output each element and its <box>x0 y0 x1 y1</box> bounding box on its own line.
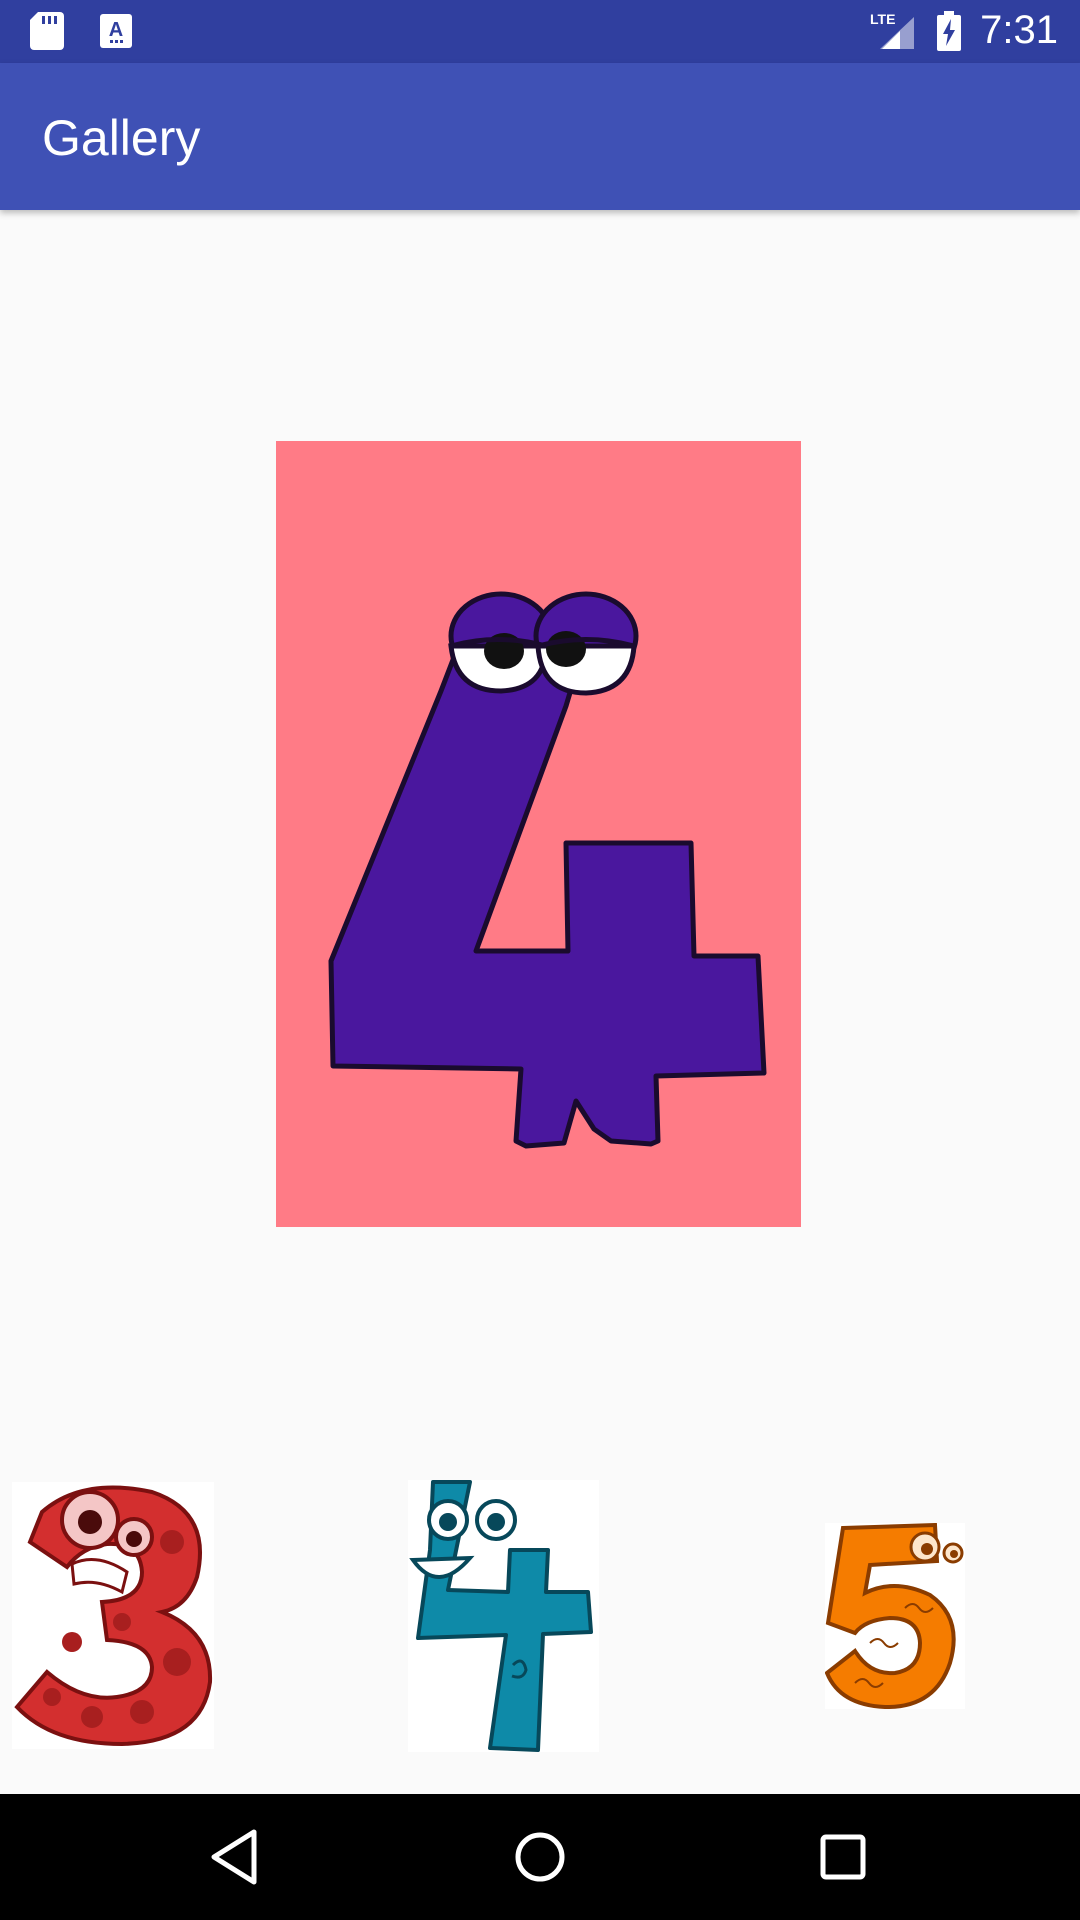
navigation-bar <box>0 1794 1080 1920</box>
app-bar: Gallery <box>0 63 1080 210</box>
app-title: Gallery <box>42 110 201 166</box>
purple-number-four-image <box>328 591 767 1149</box>
network-type-label: LTE <box>870 11 895 27</box>
home-icon[interactable] <box>507 1824 573 1890</box>
red-number-three-image <box>14 1485 213 1747</box>
selected-image[interactable] <box>276 441 801 1227</box>
lte-signal-icon: LTE <box>870 11 915 49</box>
thumbnail-number-four[interactable] <box>408 1480 599 1752</box>
svg-text:A: A <box>109 19 123 41</box>
back-icon[interactable] <box>204 1824 270 1890</box>
text-a-icon: A <box>100 14 132 48</box>
status-right-icons: LTE 7:31 <box>870 8 1058 53</box>
teal-number-four-image <box>409 1480 593 1752</box>
status-left-icons: A <box>30 12 132 50</box>
status-bar: A LTE 7:31 <box>0 0 1080 63</box>
thumbnail-number-three[interactable] <box>12 1482 214 1749</box>
thumbnail-number-five[interactable] <box>824 1522 965 1710</box>
sd-card-icon <box>30 12 64 50</box>
orange-number-five-image <box>824 1522 964 1710</box>
battery-charging-icon <box>937 10 962 51</box>
recents-icon[interactable] <box>810 1824 876 1890</box>
clock: 7:31 <box>980 8 1058 52</box>
